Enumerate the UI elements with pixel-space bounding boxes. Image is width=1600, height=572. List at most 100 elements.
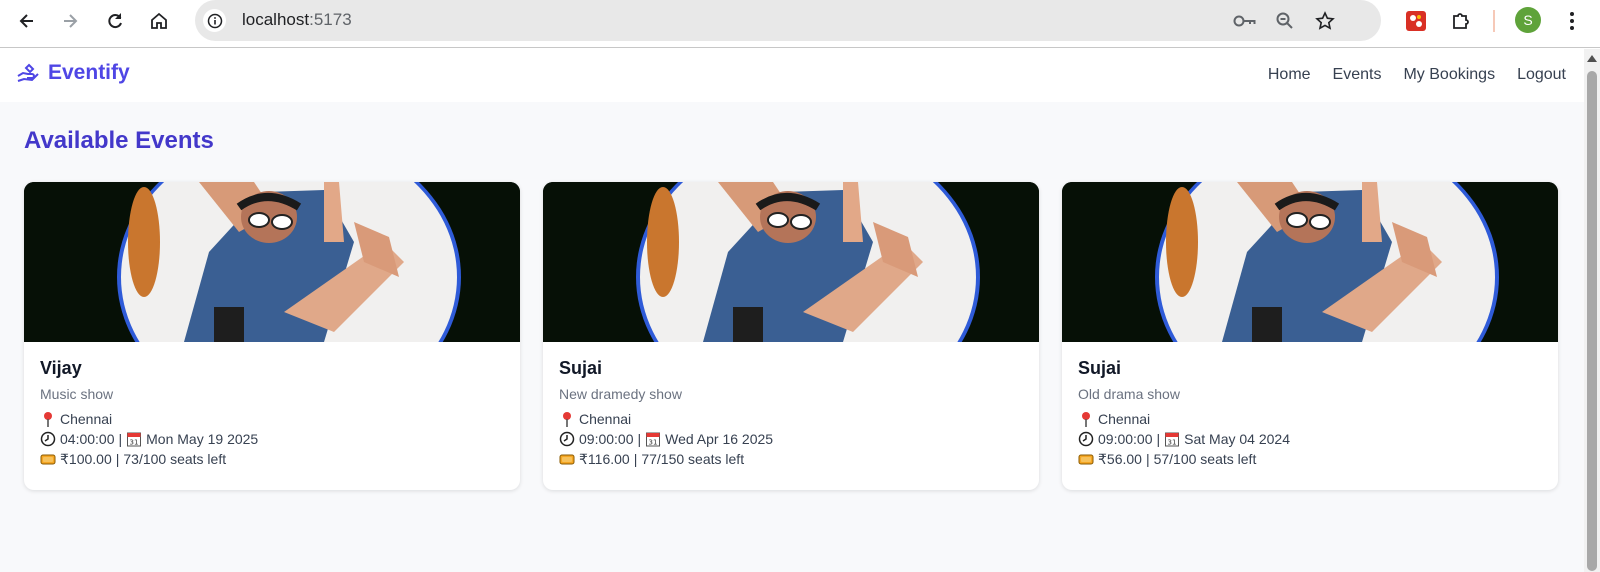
nav-logout[interactable]: Logout: [1517, 66, 1566, 84]
info-icon: [207, 13, 222, 28]
event-card[interactable]: Sujai Old drama show Chennai 09:00:00 | …: [1062, 182, 1558, 490]
nav-links: Home Events My Bookings Logout: [1268, 66, 1566, 84]
separator: |: [637, 431, 642, 447]
svg-text:31: 31: [649, 439, 658, 447]
event-photo: [1062, 182, 1558, 342]
event-time: 04:00:00: [60, 431, 115, 447]
calendar-icon: 31: [1165, 432, 1180, 447]
event-date: Mon May 19 2025: [146, 431, 259, 447]
separator: |: [633, 451, 638, 467]
separator: |: [115, 451, 120, 467]
bookmark-button[interactable]: [1312, 8, 1338, 34]
event-price: ₹56.00: [1098, 450, 1142, 467]
clock-icon: [40, 431, 56, 447]
star-icon: [1315, 11, 1335, 30]
nav-home[interactable]: Home: [1268, 66, 1311, 84]
navbar: Eventify Home Events My Bookings Logout: [0, 49, 1584, 102]
event-details: Sujai Old drama show Chennai 09:00:00 | …: [1078, 358, 1290, 469]
event-location-row: Chennai: [559, 409, 773, 429]
event-details: Sujai New dramedy show Chennai 09:00:00 …: [559, 358, 773, 469]
brand-link[interactable]: Eventify: [16, 61, 130, 85]
extension-button[interactable]: [1401, 6, 1431, 36]
event-image: [1062, 182, 1558, 342]
pin-icon: [563, 412, 571, 427]
home-button[interactable]: [144, 6, 174, 36]
extension-app-icon: [1406, 11, 1426, 31]
zoom-button[interactable]: [1272, 8, 1298, 34]
zoom-out-icon: [1276, 12, 1293, 29]
separator: |: [118, 431, 123, 447]
password-key-button[interactable]: [1232, 8, 1258, 34]
event-location: Chennai: [60, 411, 113, 427]
event-datetime-row: 04:00:00 | 31 Mon May 19 2025: [40, 429, 258, 449]
ticket-icon: [40, 454, 56, 465]
app-viewport: Eventify Home Events My Bookings Logout …: [0, 49, 1584, 572]
event-date: Wed Apr 16 2025: [665, 431, 774, 447]
event-seats: 77/150 seats left: [641, 451, 745, 467]
nav-events[interactable]: Events: [1333, 66, 1382, 84]
event-details: Vijay Music show Chennai 04:00:00 | 31 M…: [40, 358, 258, 469]
url-port: :5173: [309, 10, 352, 29]
event-price-row: ₹100.00 | 73/100 seats left: [40, 449, 258, 469]
event-title: Vijay: [40, 358, 82, 378]
url-text: localhost:5173: [242, 10, 352, 30]
svg-text:31: 31: [1168, 439, 1177, 447]
page-title: Available Events: [24, 127, 214, 154]
separator: |: [1145, 451, 1150, 467]
reload-icon: [108, 13, 122, 29]
event-date: Sat May 04 2024: [1184, 431, 1290, 447]
clock-icon: [1078, 431, 1094, 447]
event-price: ₹100.00: [60, 450, 112, 467]
event-title: Sujai: [559, 358, 603, 378]
browser-toolbar: localhost:5173 S: [0, 0, 1600, 48]
site-info-button[interactable]: [203, 9, 226, 32]
ticket-icon: [1078, 454, 1094, 465]
scrollbar-thumb[interactable]: [1587, 71, 1597, 571]
key-icon: [1233, 15, 1256, 27]
scroll-up-arrow-icon[interactable]: [1587, 55, 1597, 62]
ticket-icon: [559, 454, 575, 465]
event-card[interactable]: Sujai New dramedy show Chennai 09:00:00 …: [543, 182, 1039, 490]
brand-name: Eventify: [48, 61, 130, 84]
event-card[interactable]: Vijay Music show Chennai 04:00:00 | 31 M…: [24, 182, 520, 490]
browser-menu-button[interactable]: [1557, 6, 1587, 36]
calendar-icon: 31: [646, 432, 661, 447]
profile-avatar[interactable]: S: [1515, 7, 1541, 33]
pin-icon: [44, 412, 52, 427]
calendar-icon: 31: [127, 432, 142, 447]
event-seats: 73/100 seats left: [123, 451, 227, 467]
event-seats: 57/100 seats left: [1153, 451, 1257, 467]
nav-my-bookings[interactable]: My Bookings: [1403, 66, 1495, 84]
event-price: ₹116.00: [579, 450, 630, 467]
separator: |: [1156, 431, 1161, 447]
arrow-right-icon: [64, 14, 78, 28]
event-photo: [543, 182, 1039, 342]
event-datetime-row: 09:00:00 | 31 Sat May 04 2024: [1078, 429, 1290, 449]
event-location: Chennai: [1098, 411, 1151, 427]
event-description: Music show: [40, 386, 114, 402]
event-time: 09:00:00: [579, 431, 634, 447]
event-time: 09:00:00: [1098, 431, 1153, 447]
more-vert-icon: [1570, 12, 1574, 30]
forward-button[interactable]: [55, 6, 85, 36]
event-photo: [24, 182, 520, 342]
event-image: [543, 182, 1039, 342]
hand-coin-icon: [17, 63, 39, 82]
clock-icon: [559, 431, 575, 447]
svg-text:31: 31: [130, 439, 139, 447]
extensions-menu-button[interactable]: [1446, 6, 1476, 36]
back-button[interactable]: [12, 6, 42, 36]
toolbar-divider: [1493, 10, 1495, 32]
address-bar[interactable]: localhost:5173: [195, 0, 1381, 41]
pin-icon: [1082, 412, 1090, 427]
event-description: Old drama show: [1078, 386, 1180, 402]
event-location-row: Chennai: [40, 409, 258, 429]
page-scrollbar[interactable]: [1584, 49, 1600, 572]
arrow-left-icon: [19, 14, 33, 28]
event-title: Sujai: [1078, 358, 1122, 378]
reload-button[interactable]: [100, 6, 130, 36]
event-description: New dramedy show: [559, 386, 682, 402]
url-host: localhost: [242, 10, 310, 29]
event-location: Chennai: [579, 411, 632, 427]
event-location-row: Chennai: [1078, 409, 1290, 429]
